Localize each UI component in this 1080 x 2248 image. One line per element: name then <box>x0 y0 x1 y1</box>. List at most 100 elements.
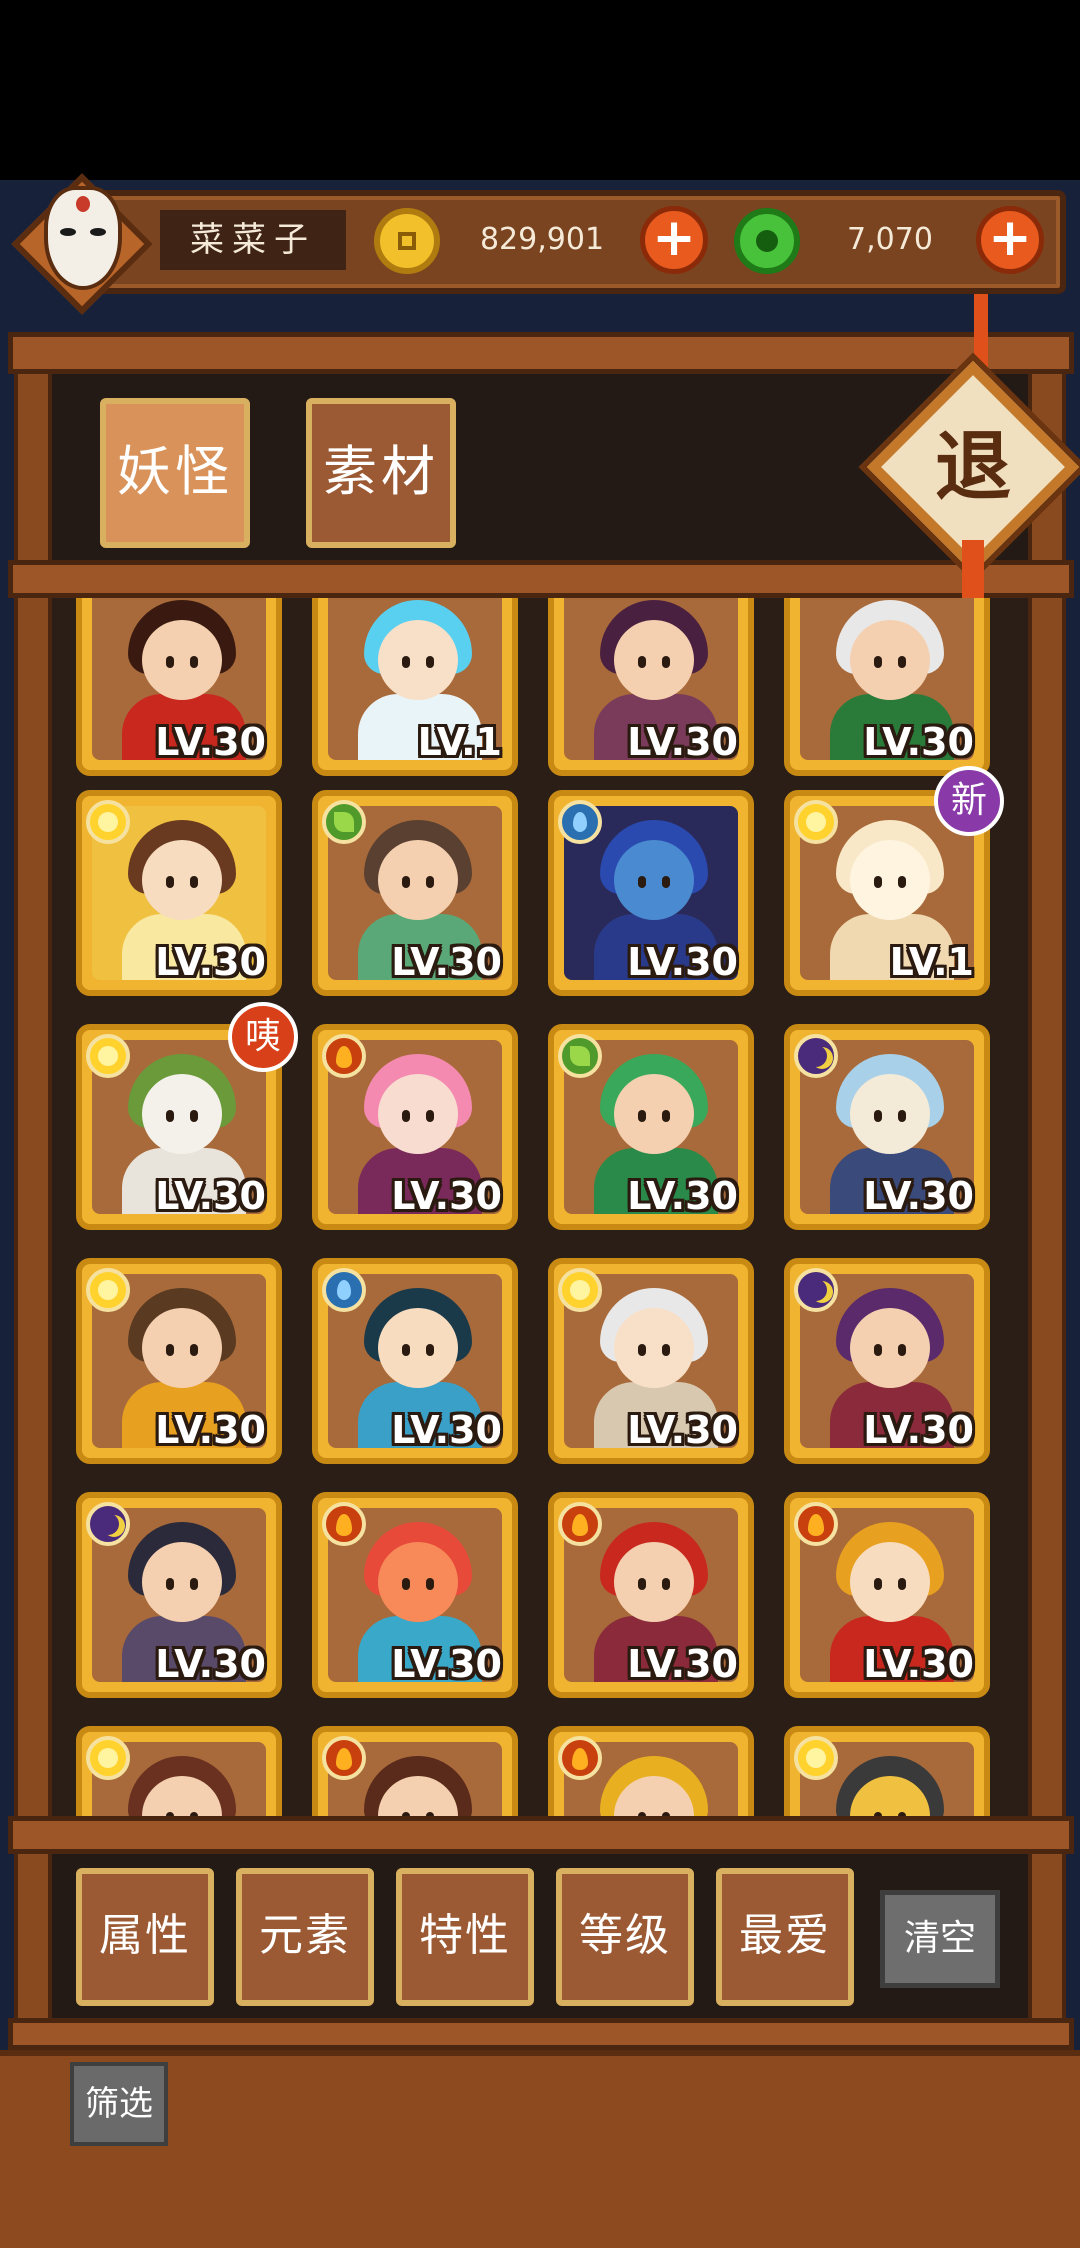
yokai-eye <box>874 1110 882 1122</box>
yokai-eye <box>662 1578 670 1590</box>
filter-button[interactable]: 筛选 <box>70 2062 168 2146</box>
filter-favorite-button[interactable]: 最爱 <box>716 1868 854 2006</box>
yokai-eye <box>662 1344 670 1356</box>
yokai-eye <box>638 1578 646 1590</box>
mask-mark <box>76 196 90 212</box>
yokai-eye <box>874 1344 882 1356</box>
sun-element-icon <box>794 1736 838 1780</box>
yokai-level: LV.30 <box>391 1408 502 1452</box>
water-element-icon <box>322 1268 366 1312</box>
yokai-card[interactable]: LV.30 <box>784 1024 990 1230</box>
yokai-face <box>850 1308 930 1388</box>
yokai-card[interactable]: LV.30 <box>76 1258 282 1464</box>
yokai-eye <box>662 656 670 668</box>
yokai-eye <box>402 1578 410 1590</box>
yokai-level: LV.1 <box>417 720 502 764</box>
yokai-face <box>378 1308 458 1388</box>
yokai-face <box>142 1308 222 1388</box>
yokai-card[interactable]: LV.30 <box>312 1258 518 1464</box>
yokai-level: LV.30 <box>627 1408 738 1452</box>
yokai-eye <box>402 656 410 668</box>
yokai-card[interactable]: LV.30 <box>784 1258 990 1464</box>
yokai-card[interactable]: LV.30 <box>76 790 282 996</box>
yokai-level: LV.30 <box>391 1174 502 1218</box>
yokai-face <box>378 1542 458 1622</box>
leaf-element-icon <box>322 800 366 844</box>
add-gold-button[interactable]: + <box>640 206 708 274</box>
yokai-eye <box>638 1344 646 1356</box>
player-avatar[interactable] <box>11 173 153 315</box>
yokai-face <box>378 840 458 920</box>
yokai-card[interactable]: LV.30 <box>548 1024 754 1230</box>
yokai-level: LV.30 <box>627 720 738 764</box>
yokai-eye <box>190 1344 198 1356</box>
yokai-level: LV.30 <box>391 1642 502 1686</box>
yokai-eye <box>426 1578 434 1590</box>
filter-attribute-button[interactable]: 属性 <box>76 1868 214 2006</box>
filter-level-button[interactable]: 等级 <box>556 1868 694 2006</box>
yokai-face <box>614 1542 694 1622</box>
fire-element-icon <box>322 1736 366 1780</box>
yokai-eye <box>426 656 434 668</box>
yokai-card[interactable]: LV.30 <box>548 1492 754 1698</box>
tab-material[interactable]: 素材 <box>306 398 456 548</box>
yokai-eye <box>662 1110 670 1122</box>
yokai-eye <box>402 1110 410 1122</box>
cabinet-top-beam <box>8 332 1074 374</box>
add-jade-button[interactable]: + <box>976 206 1044 274</box>
yokai-face <box>850 1542 930 1622</box>
yokai-level: LV.30 <box>627 940 738 984</box>
yokai-eye <box>426 1110 434 1122</box>
yokai-eye <box>638 876 646 888</box>
yokai-level: LV.30 <box>155 1408 266 1452</box>
yokai-level: LV.30 <box>863 1174 974 1218</box>
yokai-level: LV.30 <box>863 1642 974 1686</box>
yokai-level: LV.30 <box>155 940 266 984</box>
yokai-eye <box>166 1578 174 1590</box>
yokai-eye <box>190 1110 198 1122</box>
sun-element-icon <box>794 800 838 844</box>
yokai-card[interactable]: LV.30 <box>784 598 990 776</box>
yokai-eye <box>166 1110 174 1122</box>
yokai-level: LV.30 <box>627 1174 738 1218</box>
filter-element-button[interactable]: 元素 <box>236 1868 374 2006</box>
jade-amount: 7,070 <box>847 222 933 257</box>
yokai-eye <box>190 876 198 888</box>
yokai-eye <box>426 1344 434 1356</box>
yokai-level: LV.30 <box>155 720 266 764</box>
yokai-card[interactable]: LV.30 <box>784 1492 990 1698</box>
exit-button[interactable]: 退 <box>898 392 1048 542</box>
yokai-face <box>850 1074 930 1154</box>
yokai-eye <box>898 1344 906 1356</box>
filter-trait-button[interactable]: 特性 <box>396 1868 534 2006</box>
yokai-face <box>142 620 222 700</box>
yokai-eye <box>898 1110 906 1122</box>
yokai-card[interactable]: LV.30 <box>312 790 518 996</box>
top-black-bar <box>0 0 1080 180</box>
water-element-icon <box>558 800 602 844</box>
moon-element-icon <box>86 1502 130 1546</box>
yokai-card[interactable]: LV.30 <box>548 790 754 996</box>
yokai-face <box>142 1542 222 1622</box>
yokai-face <box>614 1074 694 1154</box>
tab-yokai[interactable]: 妖怪 <box>100 398 250 548</box>
yokai-eye <box>402 876 410 888</box>
fire-element-icon <box>558 1736 602 1780</box>
sun-element-icon <box>86 1268 130 1312</box>
yokai-card[interactable]: LV.30 <box>312 1492 518 1698</box>
yokai-card[interactable]: LV.1 <box>312 598 518 776</box>
yokai-card[interactable]: LV.30 <box>76 1492 282 1698</box>
clear-button[interactable]: 清空 <box>880 1890 1000 1988</box>
fire-element-icon <box>322 1034 366 1078</box>
yokai-card[interactable]: LV.30 <box>548 598 754 776</box>
yokai-eye <box>190 656 198 668</box>
yokai-card[interactable]: LV.30 <box>312 1024 518 1230</box>
yokai-face <box>850 840 930 920</box>
yokai-level: LV.1 <box>889 940 974 984</box>
yokai-face <box>850 620 930 700</box>
yokai-face <box>142 1074 222 1154</box>
yokai-card[interactable]: LV.30 <box>76 598 282 776</box>
cabinet-base-beam <box>8 2018 1074 2050</box>
yokai-face <box>614 620 694 700</box>
yokai-card[interactable]: LV.30 <box>548 1258 754 1464</box>
